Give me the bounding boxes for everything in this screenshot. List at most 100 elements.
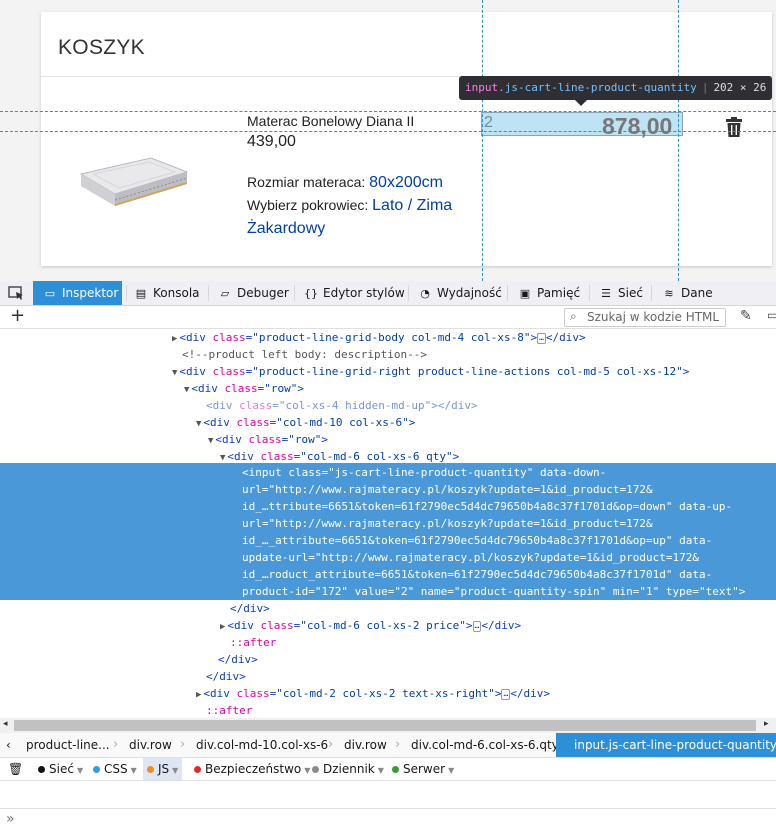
performance-icon: ◔ — [420, 287, 430, 300]
closing-tag: </div> — [218, 653, 258, 666]
attr-quote: =" — [272, 399, 286, 412]
clear-console-icon[interactable]: 🗑 — [8, 758, 23, 780]
filter-log[interactable]: Dziennik ▼ — [308, 758, 388, 780]
collapsed-children-icon[interactable]: … — [537, 332, 546, 344]
breadcrumb-item[interactable]: div.col-md-6.col-xs-6.qty — [411, 733, 559, 757]
attr-quote: =" — [293, 619, 307, 632]
breadcrumb-item[interactable]: product-line... — [26, 733, 110, 757]
html-node[interactable]: </div> — [0, 668, 776, 685]
console-input[interactable]: » — [0, 808, 776, 834]
selected-node-line: update-url="http://www.rajmateracy.pl/ko… — [242, 551, 699, 564]
toggle-sidebar-icon[interactable]: ▭ — [767, 308, 776, 322]
tab-console[interactable]: ▤ Konsola — [134, 281, 200, 305]
breadcrumb-item[interactable]: div.row — [129, 733, 172, 757]
closing-tag: </div> — [510, 687, 551, 700]
filter-js[interactable]: JS ▼ — [143, 758, 183, 780]
pseudo-text: ::after — [230, 636, 277, 649]
html-comment-node[interactable]: <!--product left body: description--> — [0, 346, 776, 363]
tag-name: <div — [227, 619, 261, 632]
collapse-twisty-icon[interactable]: ▼ — [220, 453, 225, 463]
trash-icon[interactable] — [726, 117, 742, 137]
breadcrumb-item[interactable]: div.col-md-10.col-xs-6 — [196, 733, 328, 757]
collapse-twisty-icon[interactable]: ▼ — [196, 419, 201, 429]
pick-element-icon[interactable] — [8, 285, 24, 305]
scrollbar-thumb[interactable] — [14, 720, 756, 731]
attr-quote: "> — [488, 687, 502, 700]
selected-node[interactable]: <input class="js-cart-line-product-quant… — [0, 463, 776, 600]
attr-value: col-md-6 col-xs-6 qty — [306, 450, 446, 463]
closing-tag: </div> — [481, 619, 522, 632]
chevron-down-icon: ▼ — [448, 766, 455, 775]
attr-quote: =" — [269, 416, 283, 429]
product-image[interactable] — [79, 150, 189, 210]
tab-network[interactable]: ☰ Sieć — [599, 281, 643, 305]
attr-name: class — [212, 331, 246, 344]
infobar-dimensions: 202 × 26 — [713, 81, 767, 94]
horizontal-scrollbar[interactable]: ◂ ▸ — [0, 718, 776, 733]
attr-name: class — [236, 416, 270, 429]
tab-debugger[interactable]: ▱ Debuger — [218, 281, 289, 305]
html-node[interactable]: ▼ <div class="col-md-10 col-xs-6"> — [0, 414, 776, 431]
collapse-twisty-icon[interactable]: ▼ — [184, 385, 189, 395]
collapsed-children-icon[interactable]: … — [501, 688, 511, 700]
html-node[interactable]: ▶ <div class="product-line-grid-body col-… — [0, 329, 776, 346]
add-node-icon[interactable]: + — [10, 305, 25, 326]
expand-twisty-icon[interactable]: ▶ — [220, 622, 225, 632]
attr-quote: =" — [281, 433, 295, 446]
closing-tag: </div> — [230, 602, 270, 615]
devtools-panel: ▭ Inspektor ▤ Konsola ▱ Debuger {} Edytor st… — [0, 281, 776, 833]
pseudo-element-node[interactable]: ::after — [0, 702, 776, 718]
tab-style-editor[interactable]: {} Edytor stylów — [304, 281, 405, 305]
web-page-viewport: KOSZYK Materac Bonelowy Diana II 439,00 … — [0, 0, 776, 281]
tab-inspector[interactable]: ▭ Inspektor — [33, 281, 122, 305]
collapse-twisty-icon[interactable]: ▼ — [208, 436, 213, 446]
attr-quote: "> — [523, 331, 538, 344]
filter-server[interactable]: Serwer ▼ — [388, 758, 458, 780]
scroll-left-icon[interactable]: ◂ — [3, 719, 8, 729]
debugger-icon: ▱ — [220, 287, 230, 300]
eyedropper-icon[interactable]: ✎ — [740, 308, 752, 324]
selected-node-line: <input class="js-cart-line-product-quant… — [242, 466, 607, 479]
attr-name: class — [260, 619, 294, 632]
tag-name: <div — [179, 365, 213, 378]
style-editor-icon: {} — [304, 287, 318, 300]
attr-value: col-xs-4 hidden-md-up — [285, 399, 425, 412]
closing-tag: </div> — [437, 399, 478, 412]
pseudo-element-node[interactable]: ::after — [0, 634, 776, 651]
html-search-input[interactable]: ⌕ Szukaj w kodzie HTML — [564, 308, 726, 327]
closing-tag: </div> — [206, 670, 246, 683]
html-node[interactable]: ▶ <div class="col-md-6 col-xs-2 price">… <… — [0, 617, 776, 634]
tag-name: <div — [191, 382, 225, 395]
tab-memory[interactable]: ▣ Pamięć — [518, 281, 580, 305]
html-node[interactable]: </div> — [0, 600, 776, 617]
collapse-twisty-icon[interactable]: ▼ — [172, 368, 177, 378]
filter-css[interactable]: CSS ▼ — [89, 758, 141, 780]
filter-security[interactable]: Bezpieczeństwo ▼ — [190, 758, 314, 780]
html-node[interactable]: ▶ <div class="col-md-2 col-xs-2 text-xs-r… — [0, 685, 776, 702]
html-node[interactable]: ▼ <div class="row"> — [0, 380, 776, 397]
attribute-label: Wybierz pokrowiec: — [247, 197, 369, 213]
breadcrumb-item[interactable]: div.row — [344, 733, 387, 757]
attr-quote: =" — [257, 382, 271, 395]
html-node[interactable]: ▼ <div class="row"> — [0, 431, 776, 448]
tab-storage[interactable]: ≋ Dane — [662, 281, 712, 305]
attribute-label: Rozmiar materaca: — [247, 174, 366, 190]
attr-quote: "> — [676, 365, 690, 378]
expand-twisty-icon[interactable]: ▶ — [172, 334, 177, 344]
scroll-right-icon[interactable]: ▸ — [764, 719, 769, 729]
attr-value: row — [270, 382, 291, 395]
collapsed-children-icon[interactable]: … — [472, 620, 482, 632]
expand-twisty-icon[interactable]: ▶ — [196, 690, 201, 700]
chevron-down-icon: ▼ — [76, 766, 84, 775]
breadcrumb-scroll-left[interactable]: ‹ — [6, 733, 11, 757]
product-name[interactable]: Materac Bonelowy Diana II — [247, 113, 414, 129]
filter-network[interactable]: Sieć ▼ — [34, 758, 87, 780]
html-node[interactable]: <div class="col-xs-4 hidden-md-up"></div… — [0, 397, 776, 414]
breadcrumb-item-selected[interactable]: input.js-cart-line-product-quantity — [556, 733, 776, 757]
closing-tag: </div> — [545, 331, 586, 344]
html-node[interactable]: </div> — [0, 651, 776, 668]
filter-dot — [392, 766, 399, 773]
highlighter-guide-left — [482, 0, 483, 281]
html-node[interactable]: ▼ <div class="product-line-grid-right pro… — [0, 363, 776, 380]
tab-performance[interactable]: ◔ Wydajność — [418, 281, 502, 305]
